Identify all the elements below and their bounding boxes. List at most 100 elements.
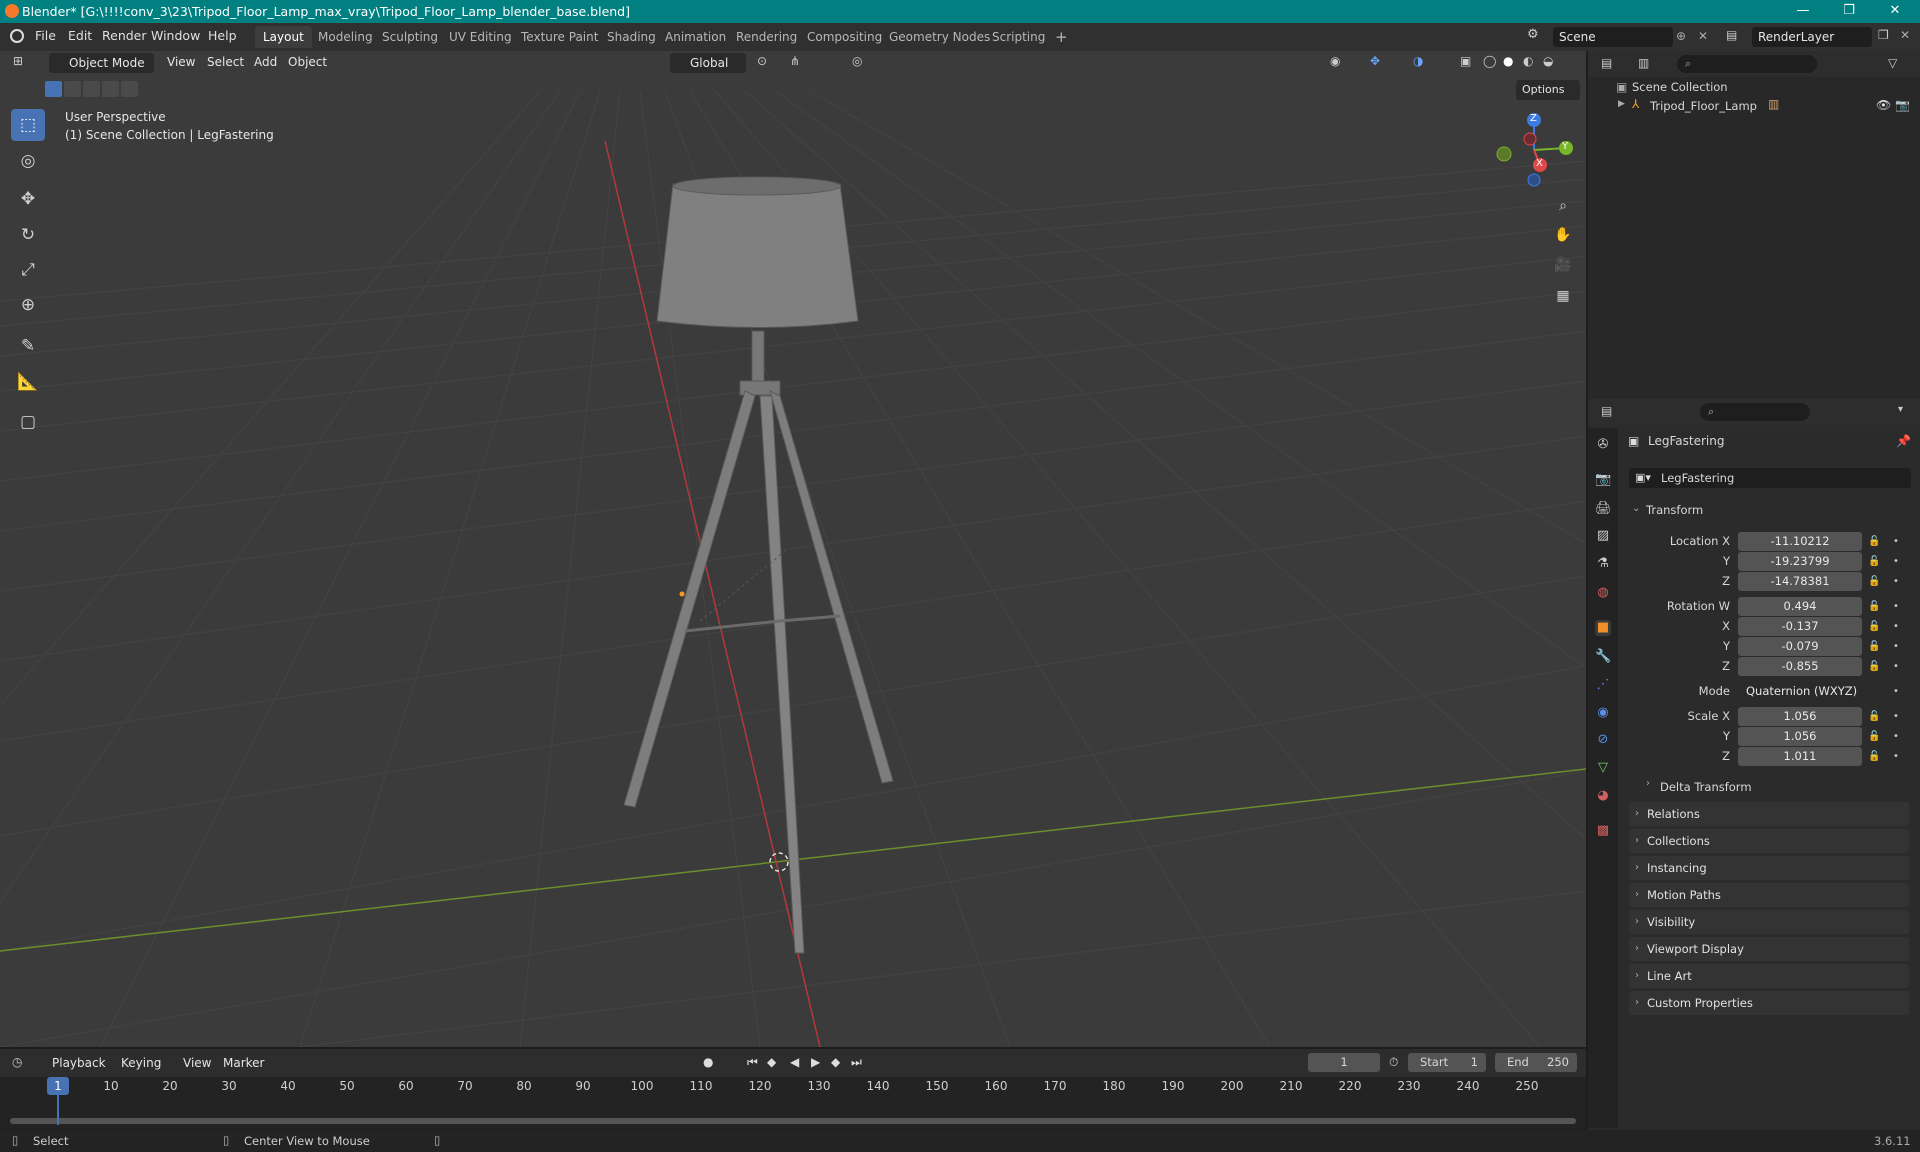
display-mode-icon[interactable]: ▥ <box>1638 56 1649 70</box>
close-button[interactable]: ✕ <box>1872 0 1918 23</box>
world-tab-icon[interactable]: ◍ <box>1595 585 1611 601</box>
properties-editor-icon[interactable]: ▤ <box>1601 404 1612 418</box>
lock-icon[interactable]: 🔓 <box>1868 751 1880 762</box>
instancing-panel[interactable]: › Instancing <box>1629 856 1909 880</box>
visibility-icon[interactable]: ◉ <box>1330 54 1340 68</box>
select-intersect-icon[interactable] <box>121 81 138 97</box>
transform-orientation-selector[interactable]: Global <box>670 53 746 73</box>
tab-texture-paint[interactable]: Texture Paint <box>513 26 606 48</box>
scene-close-icon[interactable]: ✕ <box>1698 29 1708 43</box>
current-frame-field[interactable]: 1 <box>1308 1053 1380 1072</box>
menu-render[interactable]: Render <box>102 28 147 43</box>
keyframe-dot-icon[interactable]: • <box>1893 621 1899 632</box>
lock-icon[interactable]: 🔓 <box>1868 731 1880 742</box>
lock-icon[interactable]: 🔓 <box>1868 601 1880 612</box>
scale-x-field[interactable]: 1.056 <box>1738 707 1862 726</box>
menu-file[interactable]: File <box>35 28 56 43</box>
lock-icon[interactable]: 🔓 <box>1868 621 1880 632</box>
transform-panel-title[interactable]: Transform <box>1646 503 1703 517</box>
cursor-tool-icon[interactable]: ◎ <box>11 145 45 177</box>
lock-icon[interactable]: 🔓 <box>1868 641 1880 652</box>
filter-icon[interactable]: ▽ <box>1888 56 1897 70</box>
gizmo-toggle-icon[interactable]: ✥ <box>1370 54 1380 68</box>
editor-type-icon[interactable]: ⊞ <box>13 54 23 68</box>
lock-icon[interactable]: 🔓 <box>1868 661 1880 672</box>
constraints-tab-icon[interactable]: ⊘ <box>1595 732 1611 748</box>
keyframe-dot-icon[interactable]: • <box>1893 686 1899 697</box>
menu-add[interactable]: Add <box>254 55 277 69</box>
solid-shading-icon[interactable]: ● <box>1503 54 1513 68</box>
outliner[interactable]: ▤ ▥ ⌕ ▽ ▣ Scene Collection ▶ ⅄ Tripod_Fl… <box>1588 51 1920 397</box>
wireframe-shading-icon[interactable]: ◯ <box>1483 54 1496 68</box>
tab-shading[interactable]: Shading <box>599 26 664 48</box>
select-box-tool-icon[interactable]: ⬚ <box>11 109 45 141</box>
menu-view[interactable]: View <box>167 55 195 69</box>
select-subtract-icon[interactable] <box>83 81 100 97</box>
camera-view-icon[interactable]: 🎥 <box>1550 252 1576 278</box>
physics-tab-icon[interactable]: ◉ <box>1595 705 1611 721</box>
tab-compositing[interactable]: Compositing <box>799 26 890 48</box>
end-frame-field[interactable]: End 250 <box>1495 1053 1577 1072</box>
particles-tab-icon[interactable]: ⋰ <box>1595 677 1611 693</box>
annotate-tool-icon[interactable]: ✎ <box>11 330 45 362</box>
jump-end-icon[interactable]: ⏭ <box>851 1055 862 1070</box>
keyframe-dot-icon[interactable]: • <box>1893 751 1899 762</box>
motion-paths-panel[interactable]: › Motion Paths <box>1629 883 1909 907</box>
lock-icon[interactable]: 🔓 <box>1868 556 1880 567</box>
mode-selector[interactable]: Object Mode <box>49 53 154 73</box>
menu-help[interactable]: Help <box>208 28 237 43</box>
proportional-edit-icon[interactable]: ◎ <box>852 54 862 68</box>
renderlayer-selector[interactable]: RenderLayer <box>1752 27 1872 47</box>
scale-y-field[interactable]: 1.056 <box>1738 727 1862 746</box>
add-cube-tool-icon[interactable]: ▢ <box>11 406 45 438</box>
perspective-toggle-icon[interactable]: ▦ <box>1550 283 1576 309</box>
tab-uv-editing[interactable]: UV Editing <box>441 26 520 48</box>
object-datablock-icon[interactable]: ▣▾ <box>1635 471 1651 484</box>
custom-properties-panel[interactable]: › Custom Properties <box>1629 991 1909 1015</box>
output-tab-icon[interactable]: 🖨 <box>1595 501 1612 517</box>
autokey-record-icon[interactable]: ● <box>703 1055 713 1069</box>
timeline-view-menu[interactable]: View <box>183 1056 211 1070</box>
timeline-editor-icon[interactable]: ◷ <box>12 1055 22 1069</box>
menu-select[interactable]: Select <box>207 55 244 69</box>
playback-menu[interactable]: Playback <box>52 1056 106 1070</box>
overlay-toggle-icon[interactable]: ◑ <box>1413 54 1423 68</box>
lock-icon[interactable]: 🔓 <box>1868 711 1880 722</box>
play-reverse-icon[interactable]: ◀ <box>790 1055 799 1069</box>
scene-icon[interactable]: ⚙ <box>1527 27 1547 47</box>
render-tab-icon[interactable]: 📷 <box>1595 472 1611 488</box>
properties-options-icon[interactable]: ▾ <box>1898 404 1903 415</box>
scale-tool-icon[interactable]: ⤢ <box>11 254 45 286</box>
tab-layout[interactable]: Layout <box>255 26 312 48</box>
start-frame-field[interactable]: Start 1 <box>1408 1053 1486 1072</box>
keyframe-dot-icon[interactable]: • <box>1893 536 1899 547</box>
tab-animation[interactable]: Animation <box>657 26 734 48</box>
menu-window[interactable]: Window <box>151 28 200 43</box>
material-shading-icon[interactable]: ◐ <box>1523 54 1533 68</box>
texture-tab-icon[interactable]: ▩ <box>1595 823 1611 839</box>
rotation-mode-dropdown[interactable]: Quaternion (WXYZ) <box>1738 682 1862 701</box>
options-dropdown[interactable]: Options <box>1516 80 1580 100</box>
pan-hand-icon[interactable]: ✋ <box>1550 222 1576 248</box>
collections-panel[interactable]: › Collections <box>1629 829 1909 853</box>
location-y-field[interactable]: -19.23799 <box>1738 552 1862 571</box>
eye-icon[interactable]: 👁 <box>1876 98 1891 112</box>
minimize-button[interactable]: — <box>1780 0 1826 23</box>
pivot-icon[interactable]: ⊙ <box>757 54 767 68</box>
transform-tool-icon[interactable]: ⊕ <box>11 289 45 321</box>
timeline-scrollbar[interactable] <box>10 1118 1576 1124</box>
delta-chevron-icon[interactable]: › <box>1646 778 1650 789</box>
zoom-icon[interactable]: ⌕ <box>1550 193 1576 219</box>
outliner-item-tripod-floor-lamp[interactable]: Tripod_Floor_Lamp <box>1650 99 1757 113</box>
keyframe-dot-icon[interactable]: • <box>1893 731 1899 742</box>
move-tool-icon[interactable]: ✥ <box>11 183 45 215</box>
renderlayer-copy-icon[interactable]: ❐ <box>1878 28 1889 42</box>
rotation-w-field[interactable]: 0.494 <box>1738 597 1862 616</box>
scene-collection-label[interactable]: Scene Collection <box>1632 80 1728 94</box>
rotate-tool-icon[interactable]: ↻ <box>11 219 45 251</box>
location-z-field[interactable]: -14.78381 <box>1738 572 1862 591</box>
visibility-panel[interactable]: › Visibility <box>1629 910 1909 934</box>
menu-object[interactable]: Object <box>288 55 327 69</box>
xray-icon[interactable]: ▣ <box>1460 54 1471 68</box>
play-icon[interactable]: ▶ <box>811 1055 820 1069</box>
